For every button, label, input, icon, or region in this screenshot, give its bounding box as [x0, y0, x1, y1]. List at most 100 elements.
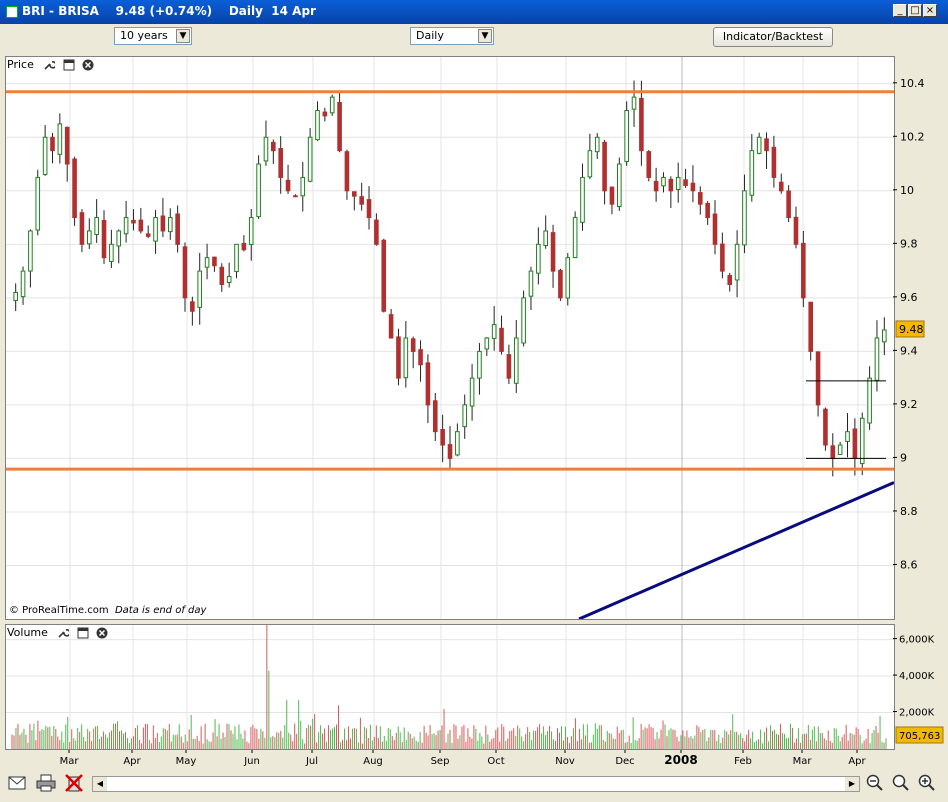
candle-body	[462, 404, 468, 428]
scroll-right-arrow[interactable]: ▶	[845, 777, 859, 791]
envelope-icon[interactable]	[8, 776, 26, 790]
scroll-left-arrow[interactable]: ◀	[93, 777, 107, 791]
candle-body	[543, 230, 548, 246]
chart-scrollbar[interactable]: ◀ ▶	[92, 776, 860, 792]
statusbar: ◀ ▶	[0, 770, 948, 802]
candle-body	[204, 257, 210, 268]
copyright-text: © ProRealTime.com	[9, 605, 109, 616]
price-axis-label: 9	[900, 451, 907, 464]
candle-body	[720, 243, 725, 272]
price-chart[interactable]	[6, 57, 894, 619]
candle-body	[285, 179, 291, 192]
candle-body	[271, 141, 276, 152]
price-panel[interactable]	[5, 56, 895, 620]
candle-body	[72, 158, 77, 219]
candle-body	[675, 176, 681, 191]
candle-body	[661, 176, 666, 187]
candle-body	[558, 269, 563, 299]
chevron-down-icon[interactable]: ▼	[478, 29, 492, 43]
candle-body	[506, 354, 512, 379]
period-select[interactable]: 10 years ▼	[114, 27, 192, 45]
close-icon[interactable]	[96, 627, 108, 639]
candle-body	[550, 232, 556, 272]
candle-body	[50, 136, 55, 152]
zoom-fit-icon[interactable]	[892, 774, 910, 792]
interval-select[interactable]: Daily ▼	[410, 27, 494, 45]
candle-body	[617, 163, 622, 208]
candle-body	[145, 233, 151, 237]
candle-body	[42, 136, 48, 175]
wrench-icon[interactable]	[57, 627, 70, 639]
volume-axis-label: 2,000K	[899, 708, 935, 719]
candle-body	[653, 180, 659, 192]
volume-panel[interactable]	[5, 624, 895, 750]
volume-axis-label: 4,000K	[899, 671, 935, 682]
x-axis-label: Jun	[243, 756, 260, 767]
indicator-backtest-button[interactable]: Indicator/Backtest	[713, 27, 833, 47]
candle-body	[764, 138, 769, 152]
candle-body	[160, 215, 166, 232]
candle-body	[123, 217, 129, 235]
candle-body	[602, 141, 607, 192]
chevron-down-icon[interactable]: ▼	[176, 29, 190, 43]
candle-body	[109, 243, 114, 262]
delete-icon[interactable]	[64, 773, 84, 793]
candle-body	[167, 217, 173, 233]
candle-body	[837, 444, 843, 455]
candle-body	[778, 181, 784, 192]
zoom-out-icon[interactable]	[866, 774, 884, 792]
candle-body	[352, 191, 357, 197]
volume-chart[interactable]	[6, 625, 894, 749]
candle-body	[440, 428, 445, 446]
candle-body	[690, 182, 696, 192]
candle-body	[536, 243, 541, 274]
x-axis-label: Apr	[123, 756, 141, 767]
restore-button[interactable]: □	[908, 4, 922, 17]
zoom-in-icon[interactable]	[918, 774, 936, 792]
candle-body	[226, 275, 232, 283]
close-icon[interactable]	[82, 59, 94, 71]
x-axis-label: 2008	[664, 753, 697, 767]
wrench-icon[interactable]	[43, 59, 56, 71]
minimize-button[interactable]: _	[893, 4, 907, 17]
candle-body	[594, 136, 600, 153]
window-icon[interactable]	[77, 627, 89, 639]
candle-body	[477, 350, 482, 379]
x-axis-label: Sep	[431, 756, 450, 767]
price-axis-label: 10.2	[900, 130, 925, 143]
candle-body	[867, 377, 872, 424]
price-panel-label: Price	[7, 58, 34, 71]
candle-body	[20, 270, 26, 298]
price-y-axis: 8.6 8.8 9 9.2 9.4 9.6 9.8 10 10.2 10.4 9.48	[893, 77, 925, 571]
volume-axis-label: 6,000K	[899, 635, 935, 646]
x-axis-label: Nov	[555, 756, 575, 767]
candle-body	[513, 337, 519, 384]
candle-body	[712, 213, 718, 245]
candle-body	[830, 445, 836, 459]
candle-body	[572, 217, 578, 259]
candle-body	[705, 202, 710, 219]
candle-body	[528, 270, 534, 297]
close-window-button[interactable]: ×	[923, 4, 937, 17]
candle-body	[374, 219, 379, 245]
candle-body	[131, 219, 136, 224]
price-axis-label: 10	[900, 184, 914, 197]
candle-body	[683, 179, 688, 186]
candle-body	[403, 337, 409, 379]
candle-body	[322, 111, 328, 117]
candle-body	[101, 219, 107, 259]
price-axis-label: 10.4	[900, 77, 925, 90]
candle-body	[646, 151, 652, 178]
x-axis-label: Jul	[305, 756, 318, 767]
window-title: BRI - BRISA 9.48 (+0.74%) Daily 14 Apr	[22, 4, 316, 18]
x-axis-label: Mar	[60, 756, 80, 767]
print-icon[interactable]	[36, 774, 56, 792]
window-titlebar: BRI - BRISA 9.48 (+0.74%) Daily 14 Apr _…	[0, 0, 948, 24]
window-icon[interactable]	[63, 59, 75, 71]
candle-body	[79, 212, 85, 245]
candle-body	[359, 196, 364, 205]
candle-body	[793, 216, 799, 245]
price-axis-label: 8.8	[900, 505, 918, 518]
candle-body	[86, 230, 92, 245]
candle-body	[388, 314, 394, 339]
